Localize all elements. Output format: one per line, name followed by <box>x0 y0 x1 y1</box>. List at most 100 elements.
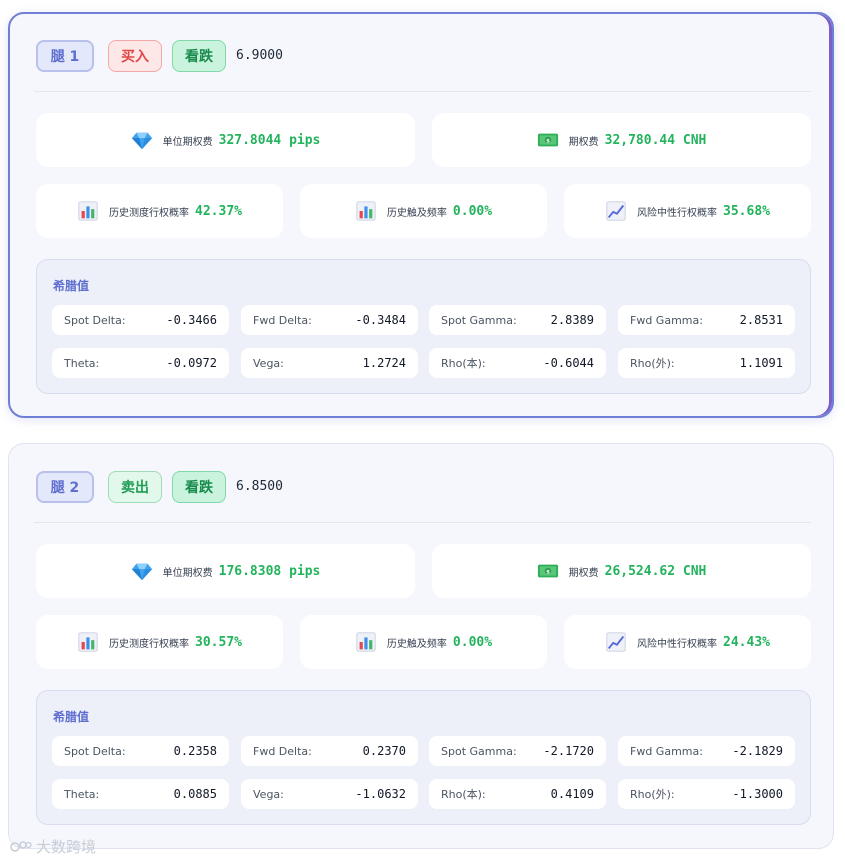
hist-touch-card: 历史触及频率 0.00% <box>300 184 547 238</box>
premium-card: 期权费 26,524.62 CNH <box>432 544 811 598</box>
greek-value: 0.2370 <box>362 744 406 758</box>
greek-value: -1.3000 <box>732 787 783 801</box>
greek-rho-foreign: Rho(外): 1.1091 <box>618 348 795 378</box>
hist-exercise-card: 历史测度行权概率 30.57% <box>36 615 283 669</box>
greek-label: Spot Gamma: <box>441 313 517 327</box>
divider <box>34 522 811 523</box>
hist-exercise-value: 30.57% <box>195 634 242 650</box>
greek-value: 0.4109 <box>550 787 594 801</box>
greek-value: 1.2724 <box>362 356 406 370</box>
greek-value: -0.0972 <box>166 356 217 370</box>
greek-rho-foreign: Rho(外): -1.3000 <box>618 779 795 809</box>
option-type-badge: 看跌 <box>172 40 226 72</box>
greek-label: Rho(外): <box>630 357 675 370</box>
divider <box>34 91 811 92</box>
hist-touch-card: 历史触及频率 0.00% <box>300 615 547 669</box>
bar-chart-icon <box>77 631 99 653</box>
watermark-text: 大数跨境 <box>36 838 97 856</box>
strike-value: 6.9000 <box>236 48 283 63</box>
greek-fwd-gamma: Fwd Gamma: 2.8531 <box>618 305 795 335</box>
greek-value: 1.1091 <box>739 356 783 370</box>
greek-spot-delta: Spot Delta: -0.3466 <box>52 305 229 335</box>
risk-neutral-value: 24.43% <box>723 634 770 650</box>
greek-value: -2.1720 <box>543 744 594 758</box>
greek-label: Spot Delta: <box>64 744 126 758</box>
hist-touch-value: 0.00% <box>452 203 493 219</box>
greek-label: Rho(外): <box>630 788 675 801</box>
risk-neutral-value: 35.68% <box>723 203 770 219</box>
bar-chart-icon <box>77 200 99 222</box>
greeks-title: 希腊值 <box>53 279 90 293</box>
greek-label: Spot Gamma: <box>441 744 517 758</box>
risk-neutral-card: 风险中性行权概率 24.43% <box>564 615 811 669</box>
greek-theta: Theta: -0.0972 <box>52 348 229 378</box>
watermark-logo-icon <box>10 840 32 852</box>
unit-premium-card: 单位期权费 176.8308 pips <box>36 544 415 598</box>
bar-chart-icon <box>355 631 377 653</box>
greek-spot-delta: Spot Delta: 0.2358 <box>52 736 229 766</box>
strike-value: 6.8500 <box>236 479 283 494</box>
greek-value: -1.0632 <box>355 787 406 801</box>
unit-premium-label: 单位期权费 <box>162 567 213 579</box>
greek-label: Vega: <box>253 356 284 370</box>
greek-label: Vega: <box>253 787 284 801</box>
greek-label: Fwd Gamma: <box>630 313 703 327</box>
bar-chart-icon <box>355 200 377 222</box>
diamond-icon <box>131 129 153 151</box>
hist-exercise-value: 42.37% <box>195 203 242 219</box>
greek-label: Fwd Delta: <box>253 313 312 327</box>
greek-label: Fwd Delta: <box>253 744 312 758</box>
greek-value: -2.1829 <box>732 744 783 758</box>
greek-label: Rho(本): <box>441 357 486 370</box>
hist-touch-label: 历史触及频率 <box>386 207 447 219</box>
greek-value: -0.6044 <box>543 356 594 370</box>
leg-header: 腿 1 买入 看跌 6.9000 <box>34 38 811 74</box>
money-icon <box>537 560 559 582</box>
premium-card: 期权费 32,780.44 CNH <box>432 113 811 167</box>
leg-1-panel: 腿 1 买入 看跌 6.9000 单位期权费 327.8044 pips 期权费… <box>8 12 834 418</box>
greek-value: 0.2358 <box>173 744 217 758</box>
greek-spot-gamma: Spot Gamma: -2.1720 <box>429 736 606 766</box>
hist-touch-label: 历史触及频率 <box>386 638 447 650</box>
greek-label: Theta: <box>64 356 100 370</box>
leg-number-badge: 腿 1 <box>36 40 94 72</box>
greek-value: 0.0885 <box>173 787 217 801</box>
hist-touch-value: 0.00% <box>452 634 493 650</box>
premium-label: 期权费 <box>568 136 599 148</box>
risk-neutral-label: 风险中性行权概率 <box>637 207 718 219</box>
leg-2-panel: 腿 2 卖出 看跌 6.8500 单位期权费 176.8308 pips 期权费… <box>8 443 834 849</box>
premium-value: 32,780.44 CNH <box>604 132 707 148</box>
option-type-badge: 看跌 <box>172 471 226 503</box>
hist-exercise-label: 历史测度行权概率 <box>109 638 190 650</box>
greek-label: Rho(本): <box>441 788 486 801</box>
trend-chart-icon <box>605 631 627 653</box>
greek-value: 2.8531 <box>739 313 783 327</box>
unit-premium-value: 176.8308 pips <box>218 563 321 579</box>
unit-premium-value: 327.8044 pips <box>218 132 321 148</box>
greek-fwd-gamma: Fwd Gamma: -2.1829 <box>618 736 795 766</box>
greek-rho-domestic: Rho(本): 0.4109 <box>429 779 606 809</box>
greek-vega: Vega: 1.2724 <box>241 348 418 378</box>
greek-vega: Vega: -1.0632 <box>241 779 418 809</box>
premium-label: 期权费 <box>568 567 599 579</box>
greek-fwd-delta: Fwd Delta: 0.2370 <box>241 736 418 766</box>
unit-premium-label: 单位期权费 <box>162 136 213 148</box>
diamond-icon <box>131 560 153 582</box>
greek-label: Spot Delta: <box>64 313 126 327</box>
greek-fwd-delta: Fwd Delta: -0.3484 <box>241 305 418 335</box>
risk-neutral-card: 风险中性行权概率 35.68% <box>564 184 811 238</box>
greek-spot-gamma: Spot Gamma: 2.8389 <box>429 305 606 335</box>
trend-chart-icon <box>605 200 627 222</box>
greek-label: Fwd Gamma: <box>630 744 703 758</box>
greeks-panel: 希腊值 Spot Delta: -0.3466 Fwd Delta: -0.3484… <box>36 259 811 394</box>
greek-rho-domestic: Rho(本): -0.6044 <box>429 348 606 378</box>
greek-value: -0.3484 <box>355 313 406 327</box>
risk-neutral-label: 风险中性行权概率 <box>637 638 718 650</box>
unit-premium-card: 单位期权费 327.8044 pips <box>36 113 415 167</box>
leg-number-badge: 腿 2 <box>36 471 94 503</box>
greek-value: -0.3466 <box>166 313 217 327</box>
greeks-title: 希腊值 <box>53 710 90 724</box>
direction-badge: 卖出 <box>108 471 162 503</box>
money-icon <box>537 129 559 151</box>
watermark: 大数跨境 <box>10 836 96 857</box>
